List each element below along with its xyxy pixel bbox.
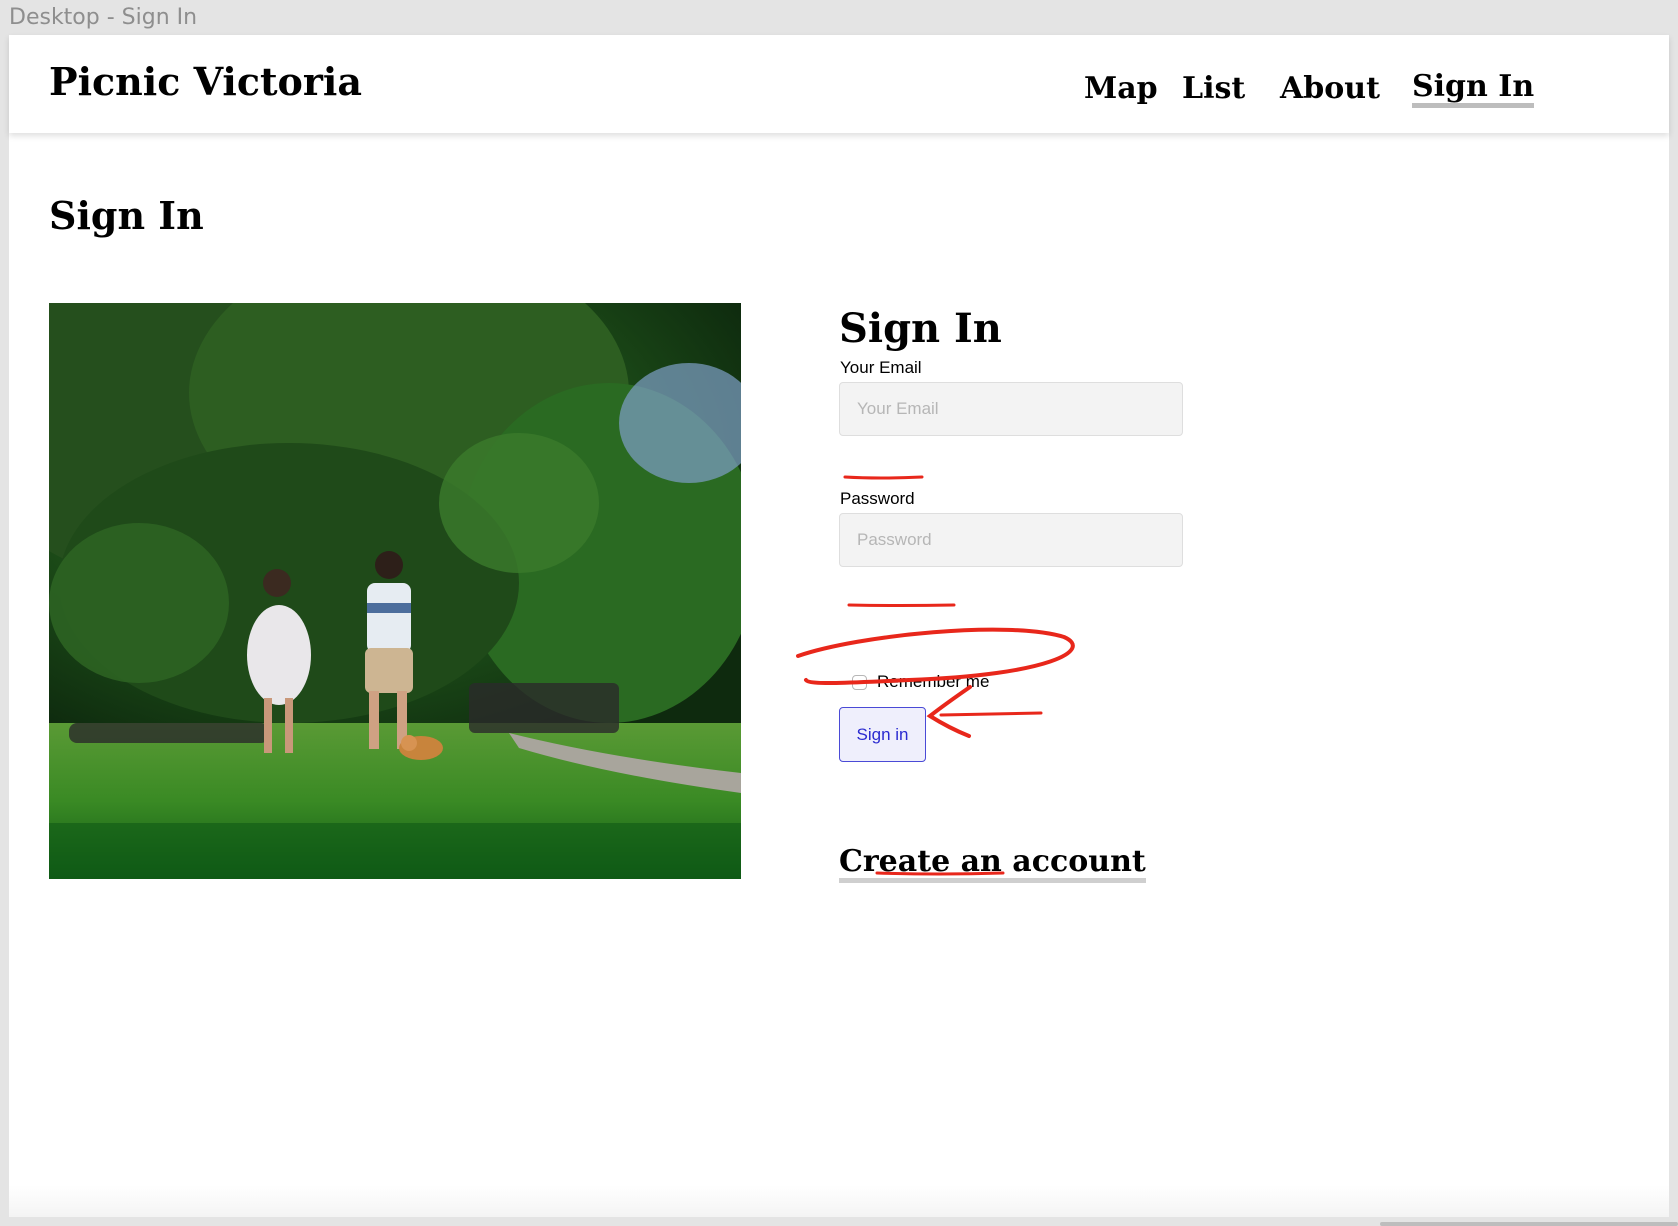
- email-label: Your Email: [840, 358, 922, 377]
- remember-me-checkbox[interactable]: [852, 675, 867, 690]
- nav-link-map[interactable]: Map: [1084, 71, 1158, 106]
- nav-link-list[interactable]: List: [1182, 71, 1245, 106]
- photo-icon: [49, 303, 741, 879]
- email-underline-annotation: [843, 475, 924, 480]
- arrow-head-annotation: [926, 685, 972, 738]
- password-underline-annotation: [847, 603, 956, 607]
- top-navbar: Picnic Victoria Map List About Sign In: [9, 35, 1669, 133]
- email-field[interactable]: [839, 382, 1183, 436]
- window-title: Desktop - Sign In: [9, 5, 198, 30]
- create-account-link[interactable]: Create an account: [839, 845, 1146, 883]
- bottom-fade: [9, 1185, 1669, 1217]
- sign-in-form-title: Sign In: [839, 305, 1002, 352]
- nav-link-about[interactable]: About: [1280, 71, 1380, 106]
- nav-link-sign-in[interactable]: Sign In: [1412, 71, 1535, 108]
- remember-me-label[interactable]: Remember me: [877, 672, 989, 692]
- password-field[interactable]: [839, 513, 1183, 567]
- park-photo: [49, 303, 741, 879]
- page-title: Sign In: [49, 193, 204, 238]
- sign-in-button[interactable]: Sign in: [839, 707, 926, 762]
- arrow-shaft-annotation: [939, 711, 1043, 717]
- password-label: Password: [840, 489, 915, 508]
- brand-logo[interactable]: Picnic Victoria: [49, 59, 362, 104]
- horizontal-scrollbar[interactable]: [1380, 1222, 1678, 1226]
- app-frame: Picnic Victoria Map List About Sign In S…: [9, 35, 1669, 1217]
